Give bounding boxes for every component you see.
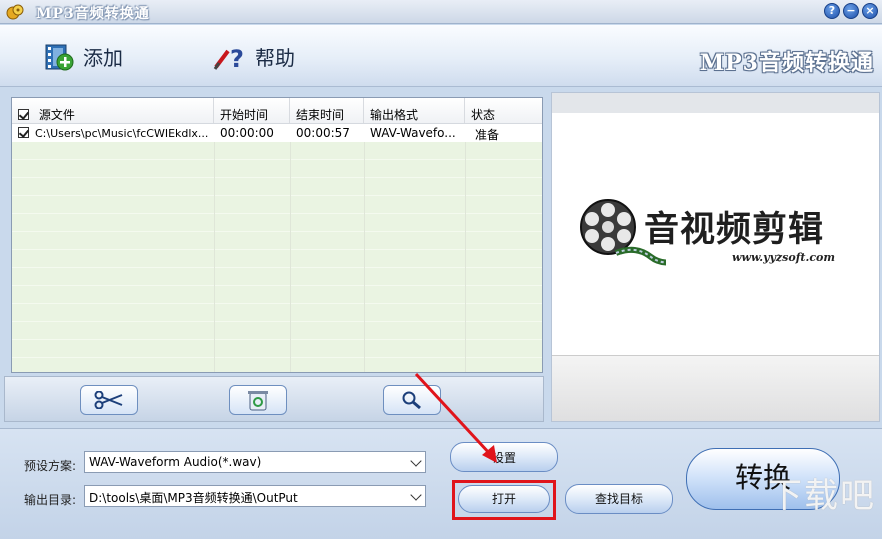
annotation-arrow [414, 372, 497, 463]
